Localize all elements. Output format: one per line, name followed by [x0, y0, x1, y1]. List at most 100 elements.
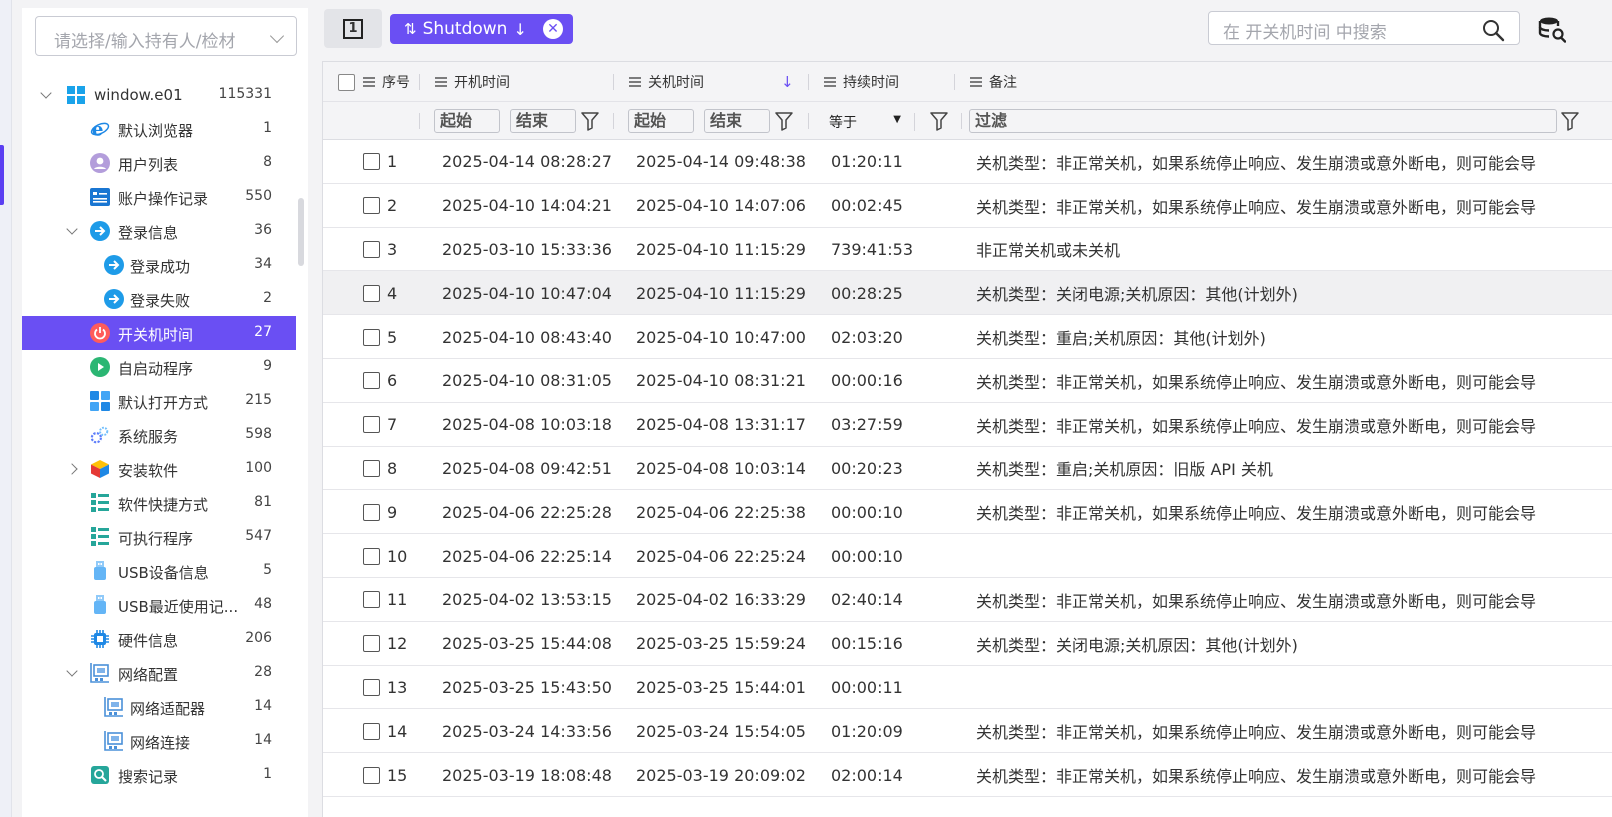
cell-duration: 00:15:16 — [831, 634, 903, 654]
cell-end-time: 2025-04-08 10:03:14 — [636, 458, 806, 478]
row-checkbox[interactable] — [363, 459, 380, 477]
column-menu-icon[interactable] — [824, 77, 836, 87]
row-checkbox[interactable] — [363, 766, 380, 784]
column-menu-icon[interactable] — [363, 77, 375, 87]
end-to-filter[interactable]: 结束 — [704, 109, 770, 133]
start-from-filter[interactable]: 起始 — [434, 109, 500, 133]
sidebar-item[interactable]: USB最近使用记... 48 — [22, 588, 296, 622]
column-divider[interactable] — [419, 74, 420, 90]
column-divider[interactable] — [954, 74, 955, 90]
sidebar-item[interactable]: 网络配置 28 — [22, 656, 296, 690]
sidebar-item-count: 100 — [245, 460, 272, 476]
duration-operator-select[interactable]: 等于 ▼ — [821, 111, 905, 133]
row-checkbox[interactable] — [363, 153, 380, 171]
sidebar-item[interactable]: 安装软件 100 — [22, 452, 296, 486]
cell-duration: 739:41:53 — [831, 239, 914, 259]
chevron-down-icon[interactable] — [40, 87, 52, 99]
chevron-down-icon[interactable] — [66, 223, 78, 235]
table-row[interactable]: 11 2025-04-02 13:53:15 2025-04-02 16:33:29… — [323, 578, 1612, 622]
sidebar-item[interactable]: 默认打开方式 215 — [22, 384, 296, 418]
table-row[interactable]: 2 2025-04-10 14:04:21 2025-04-10 14:07:06 0… — [323, 184, 1612, 228]
sidebar-item-count: 547 — [245, 528, 272, 544]
table-row[interactable]: 10 2025-04-06 22:25:14 2025-04-06 22:25:24… — [323, 534, 1612, 578]
row-checkbox[interactable] — [363, 328, 380, 346]
column-menu-icon[interactable] — [435, 77, 447, 87]
sidebar-item[interactable]: 可执行程序 547 — [22, 520, 296, 554]
close-icon[interactable]: ✕ — [543, 19, 563, 39]
table-row[interactable]: 12 2025-03-25 15:44:08 2025-03-25 15:59:24… — [323, 622, 1612, 666]
row-checkbox[interactable] — [363, 416, 380, 434]
sidebar-item-label: 登录失败 — [130, 292, 191, 310]
table-row[interactable]: 9 2025-04-06 22:25:28 2025-04-06 22:25:38 0… — [323, 490, 1612, 535]
column-divider[interactable] — [613, 74, 614, 90]
chevron-down-icon[interactable] — [66, 665, 78, 677]
search-input[interactable]: 在 开关机时间 中搜索 — [1208, 11, 1520, 45]
select-all-checkbox[interactable] — [338, 73, 355, 91]
sidebar-item[interactable]: 软件快捷方式 81 — [22, 486, 296, 520]
start-to-filter[interactable]: 结束 — [510, 109, 576, 133]
table-row[interactable]: 5 2025-04-10 08:43:40 2025-04-10 10:47:00 0… — [323, 315, 1612, 359]
table-row[interactable]: 15 2025-03-19 18:08:48 2025-03-19 20:09:02… — [323, 753, 1612, 797]
search-icon[interactable] — [1481, 18, 1505, 42]
database-search-icon[interactable] — [1538, 14, 1566, 44]
col-header-note[interactable]: 备注 — [970, 62, 1017, 102]
panel-toggle-button[interactable]: 1 — [324, 9, 382, 48]
sidebar-item[interactable]: 登录成功 34 — [22, 248, 296, 282]
sidebar-item-label: USB设备信息 — [118, 564, 209, 582]
sidebar-item[interactable]: 登录失败 2 — [22, 282, 296, 316]
row-checkbox[interactable] — [363, 635, 380, 653]
sidebar-item[interactable]: 系统服务 598 — [22, 418, 296, 452]
sidebar-item[interactable]: 搜索记录 1 — [22, 758, 296, 792]
col-header-no[interactable]: 序号 — [363, 62, 410, 102]
table-row[interactable]: 8 2025-04-08 09:42:51 2025-04-08 10:03:14 0… — [323, 447, 1612, 491]
column-menu-icon[interactable] — [970, 77, 982, 87]
row-checkbox[interactable] — [363, 722, 380, 740]
sidebar-item[interactable]: USB设备信息 5 — [22, 554, 296, 588]
filter-icon[interactable] — [581, 111, 599, 131]
row-checkbox[interactable] — [363, 503, 380, 521]
sidebar-item[interactable]: 开关机时间 27 — [22, 316, 296, 350]
row-checkbox[interactable] — [363, 284, 380, 302]
row-checkbox[interactable] — [363, 197, 380, 215]
table-row[interactable]: 6 2025-04-10 08:31:05 2025-04-10 08:31:21 0… — [323, 359, 1612, 403]
end-from-filter[interactable]: 起始 — [628, 109, 694, 133]
sidebar-item[interactable]: 硬件信息 206 — [22, 622, 296, 656]
holder-select[interactable]: 请选择/输入持有人/检材 — [35, 16, 297, 56]
column-divider[interactable] — [808, 74, 809, 90]
table-row[interactable]: 14 2025-03-24 14:33:56 2025-03-24 15:54:05… — [323, 709, 1612, 754]
col-header-end[interactable]: 关机时间 — [629, 62, 704, 102]
sidebar-item[interactable]: 网络连接 14 — [22, 724, 296, 758]
row-checkbox[interactable] — [363, 372, 380, 390]
sidebar-item[interactable]: 网络适配器 14 — [22, 690, 296, 724]
search-placeholder: 在 开关机时间 中搜索 — [1223, 23, 1387, 43]
sidebar-item[interactable]: 登录信息 36 — [22, 214, 296, 248]
table-row[interactable]: 1 2025-04-14 08:28:27 2025-04-14 09:48:38 0… — [323, 140, 1612, 184]
col-header-start[interactable]: 开机时间 — [435, 62, 510, 102]
row-checkbox[interactable] — [363, 591, 380, 609]
column-menu-icon[interactable] — [629, 77, 641, 87]
row-checkbox[interactable] — [363, 240, 380, 258]
table-row[interactable]: 13 2025-03-25 15:43:50 2025-03-25 15:44:01… — [323, 666, 1612, 710]
row-checkbox[interactable] — [363, 678, 380, 696]
sidebar-item-label: 默认打开方式 — [118, 394, 209, 412]
filter-icon[interactable] — [930, 111, 948, 131]
table-row[interactable]: 3 2025-03-10 15:33:36 2025-04-10 11:15:29 7… — [323, 228, 1612, 272]
sidebar-item[interactable]: 账户操作记录 550 — [22, 180, 296, 214]
note-filter[interactable]: 过滤 — [969, 109, 1557, 133]
sidebar-item[interactable]: e 默认浏览器 1 — [22, 112, 296, 146]
chevron-right-icon[interactable] — [66, 463, 78, 475]
filter-icon[interactable] — [775, 111, 793, 131]
filter-icon[interactable] — [1561, 111, 1579, 131]
table-row[interactable]: 4 2025-04-10 10:47:04 2025-04-10 11:15:29 0… — [323, 271, 1612, 316]
sidebar-item[interactable]: window.e01 115331 — [22, 78, 296, 112]
sort-chip[interactable]: ⇅ Shutdown ↓ ✕ — [390, 14, 573, 44]
sort-desc-icon[interactable]: ↓ — [781, 62, 794, 102]
col-header-start-label: 开机时间 — [454, 75, 510, 91]
sidebar-item[interactable]: 用户列表 8 — [22, 146, 296, 180]
table-row[interactable]: 7 2025-04-08 10:03:18 2025-04-08 13:31:17 0… — [323, 403, 1612, 447]
col-header-duration[interactable]: 持续时间 — [824, 62, 899, 102]
sidebar-scrollbar[interactable] — [298, 198, 304, 266]
sidebar-item[interactable]: 自启动程序 9 — [22, 350, 296, 384]
row-checkbox[interactable] — [363, 547, 380, 565]
caret-down-icon: ▼ — [893, 114, 901, 125]
